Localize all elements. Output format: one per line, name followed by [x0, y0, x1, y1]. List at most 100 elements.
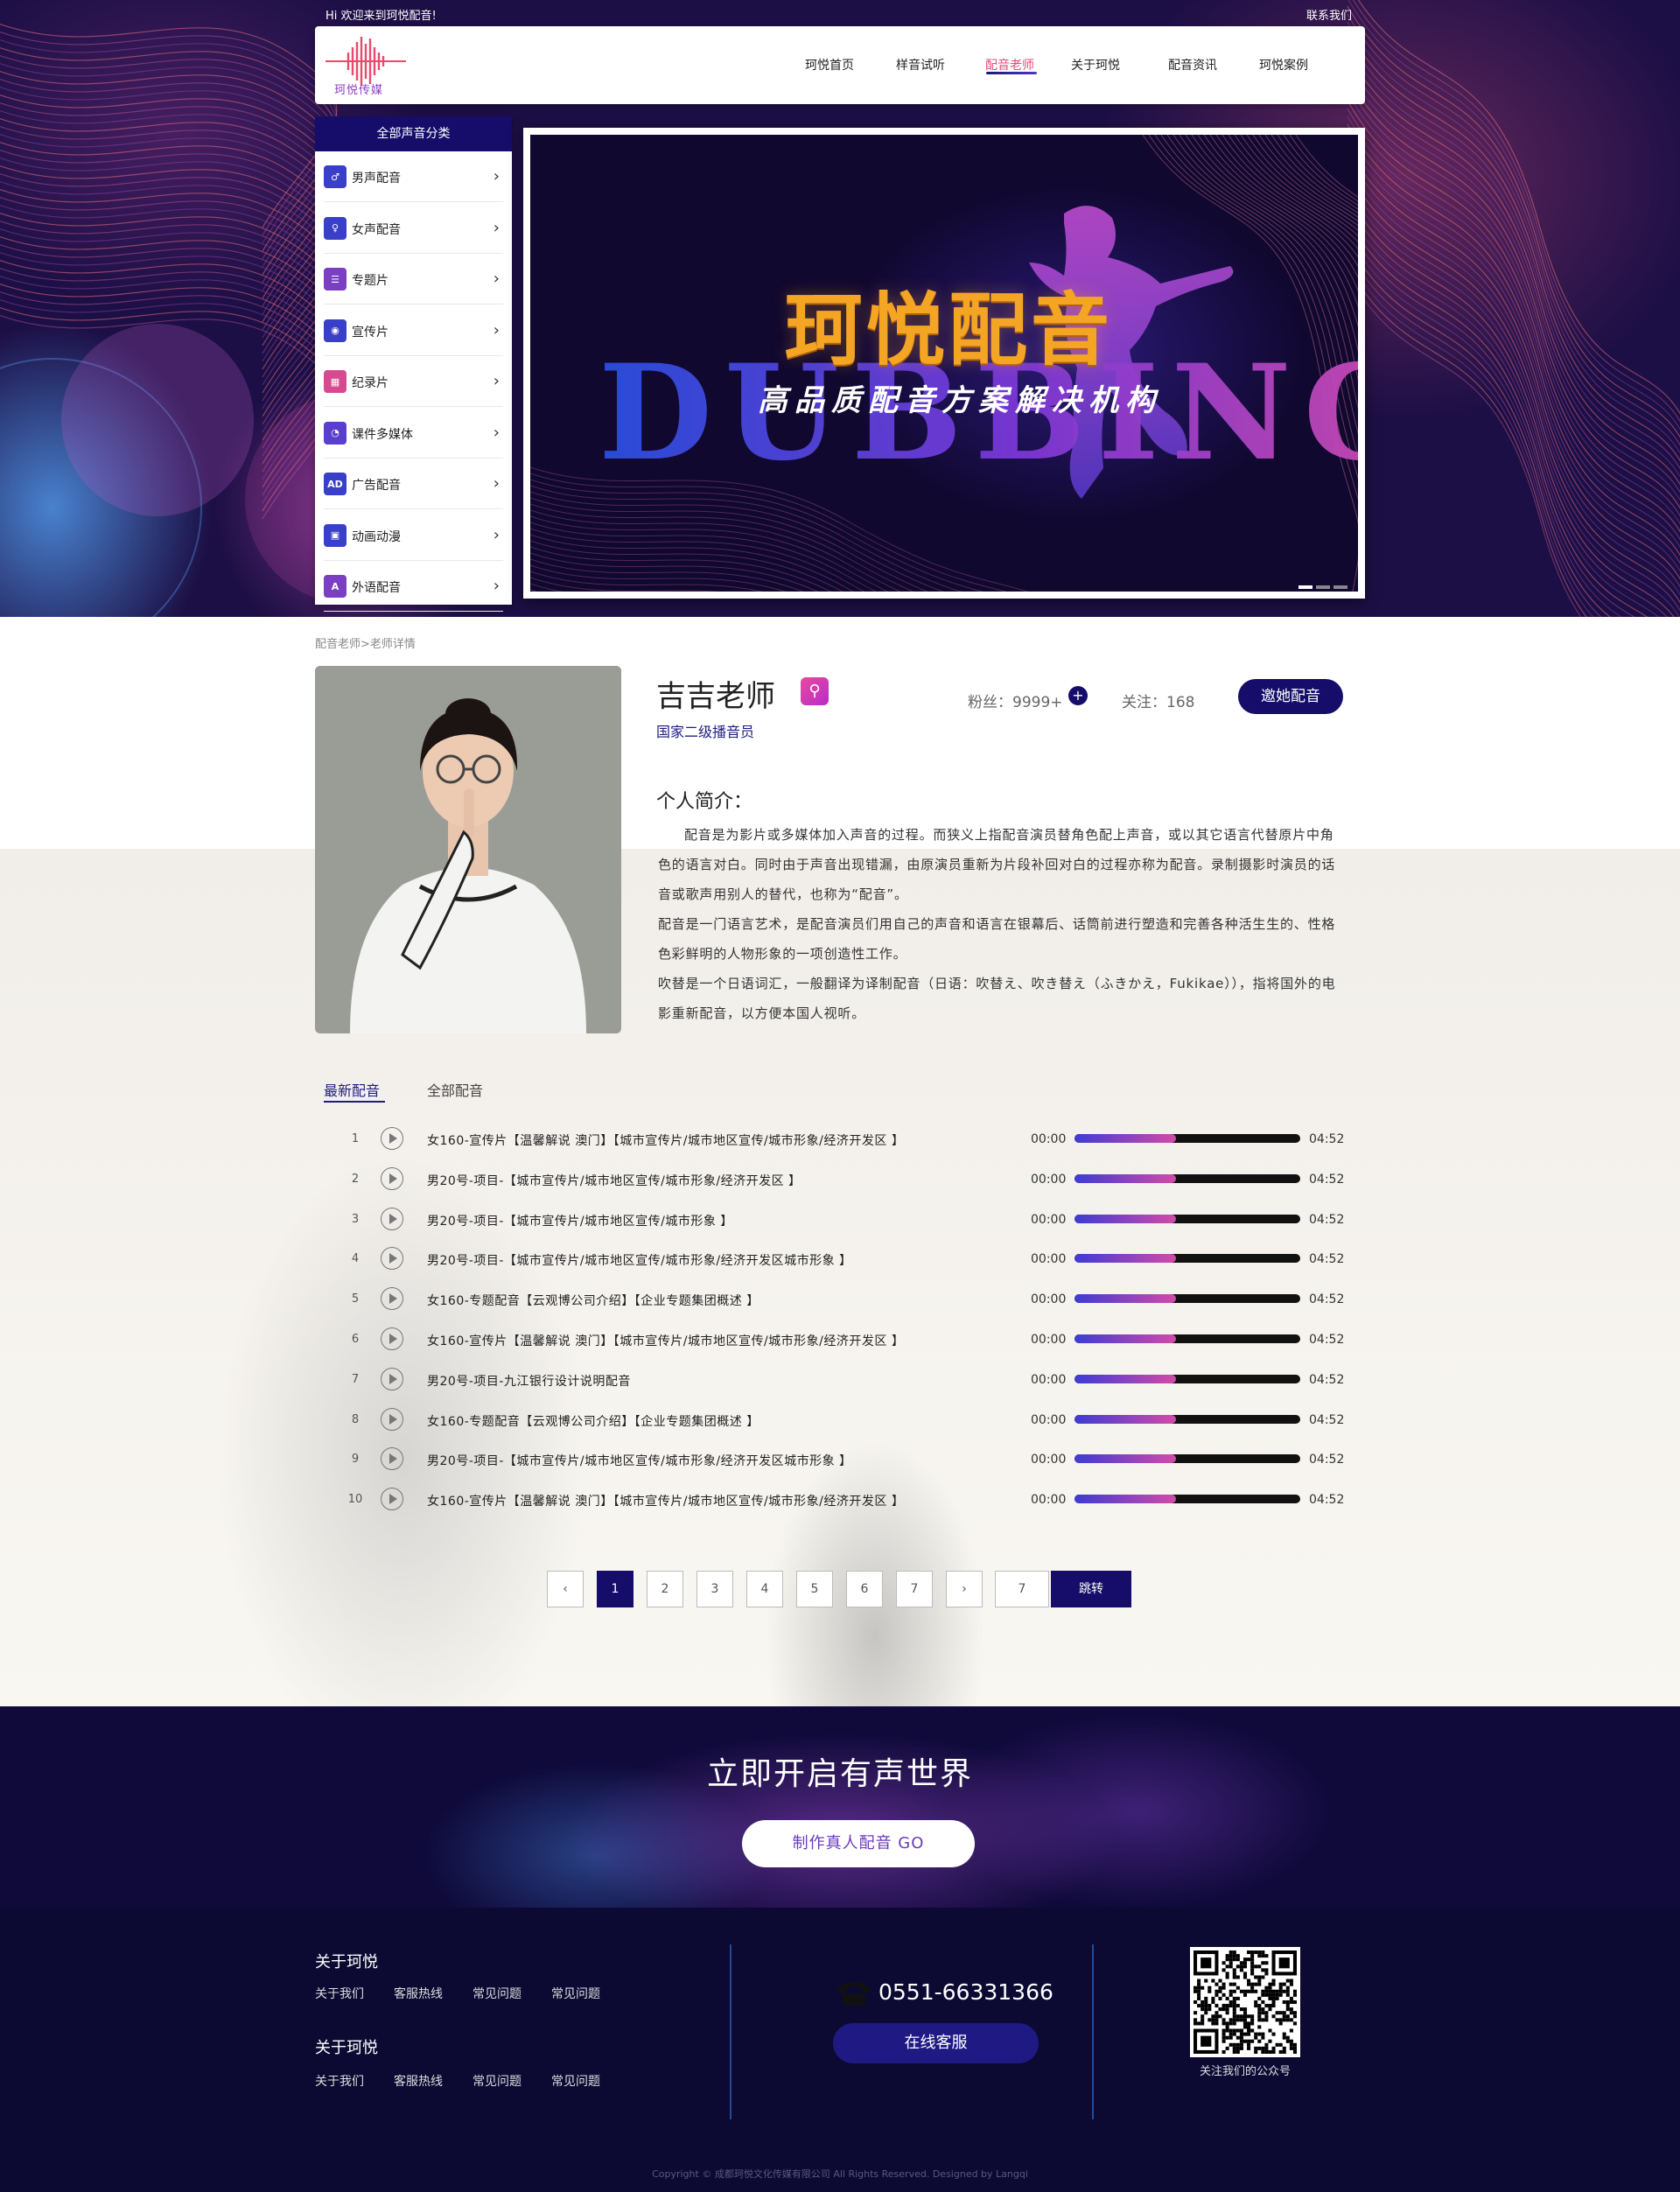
tab-latest[interactable]: 最新配音 — [324, 1079, 380, 1100]
plus-icon[interactable]: + — [1068, 686, 1088, 705]
nav-home[interactable]: 珂悦首页 — [805, 56, 854, 74]
nav-teachers[interactable]: 配音老师 — [985, 56, 1034, 74]
track-progress-bar[interactable] — [1074, 1254, 1300, 1264]
track-title[interactable]: 男20号-项目-【城市宣传片/城市地区宣传/城市形象/经济开发区城市形象 】 — [427, 1251, 852, 1269]
intro-text: 配音是为影片或多媒体加入声音的过程。而狭义上指配音演员替角色配上声音，或以其它语… — [658, 820, 1336, 1028]
footer-link[interactable]: 常见问题 — [551, 1985, 600, 2002]
track-title[interactable]: 女160-专题配音【云观博公司介绍】【企业专题集团概述 】 — [427, 1292, 760, 1309]
track-row[interactable]: 7 男20号-项目-九江银行设计说明配音 00:00 04:52 — [315, 1362, 1348, 1397]
track-title[interactable]: 女160-宣传片【温馨解说 澳门】【城市宣传片/城市地区宣传/城市形象/经济开发… — [427, 1492, 904, 1509]
play-icon[interactable] — [381, 1407, 403, 1431]
copyright: Copyright © 成都珂悦文化传媒有限公司 All Rights Rese… — [652, 2168, 1028, 2180]
tab-all[interactable]: 全部配音 — [427, 1079, 483, 1100]
track-title[interactable]: 女160-专题配音【云观博公司介绍】【企业专题集团概述 】 — [427, 1412, 760, 1430]
nav-samples[interactable]: 样音试听 — [896, 56, 945, 74]
footer-link[interactable]: 客服热线 — [394, 2072, 443, 2090]
banner-dot-3[interactable] — [1334, 585, 1348, 589]
page-button-7[interactable]: 7 — [896, 1571, 933, 1607]
banner-dot-2[interactable] — [1316, 585, 1330, 589]
track-row[interactable]: 5 女160-专题配音【云观博公司介绍】【企业专题集团概述 】 00:00 04:52 — [315, 1282, 1348, 1317]
page-button-2[interactable]: 2 — [647, 1571, 683, 1607]
track-row[interactable]: 9 男20号-项目-【城市宣传片/城市地区宣传/城市形象/经济开发区城市形象 】 0… — [315, 1442, 1348, 1477]
track-progress-bar[interactable] — [1074, 1334, 1300, 1343]
track-row[interactable]: 3 男20号-项目-【城市宣传片/城市地区宣传/城市形象 】 00:00 04:52 — [315, 1202, 1348, 1237]
track-progress-bar[interactable] — [1074, 1294, 1300, 1304]
jump-page-input[interactable]: 7 — [995, 1571, 1049, 1607]
contact-link[interactable]: 联系我们 — [1306, 6, 1352, 23]
track-progress-bar[interactable] — [1074, 1414, 1300, 1424]
track-progress-bar[interactable] — [1074, 1454, 1300, 1464]
category-label: 男声配音 — [352, 172, 401, 186]
play-icon[interactable] — [381, 1127, 403, 1150]
page-button-4[interactable]: 4 — [746, 1571, 783, 1607]
category-item[interactable]: ♀ 女声配音 › — [324, 203, 503, 254]
play-icon[interactable] — [381, 1367, 403, 1390]
intro-paragraph: 配音是为影片或多媒体加入声音的过程。而狭义上指配音演员替角色配上声音，或以其它语… — [658, 827, 1336, 902]
play-icon[interactable] — [381, 1247, 403, 1271]
track-progress-bar[interactable] — [1074, 1495, 1300, 1504]
document-icon: ☰ — [324, 268, 346, 291]
category-item[interactable]: ☰ 专题片 › — [324, 254, 503, 305]
nav-cases[interactable]: 珂悦案例 — [1259, 56, 1308, 74]
track-title[interactable]: 女160-宣传片【温馨解说 澳门】【城市宣传片/城市地区宣传/城市形象/经济开发… — [427, 1332, 904, 1349]
nav-about[interactable]: 关于珂悦 — [1071, 56, 1120, 74]
page-button-5[interactable]: 5 — [796, 1571, 833, 1607]
footer-link[interactable]: 常见问题 — [472, 1985, 522, 2002]
track-number: 2 — [351, 1172, 360, 1186]
track-title[interactable]: 男20号-项目-【城市宣传片/城市地区宣传/城市形象/经济开发区城市形象 】 — [427, 1452, 852, 1469]
category-item[interactable]: AD 广告配音 › — [324, 459, 503, 509]
track-title[interactable]: 男20号-项目-【城市宣传片/城市地区宣传/城市形象 】 — [427, 1212, 733, 1229]
footer-link[interactable]: 关于我们 — [315, 2072, 364, 2090]
clapperboard-icon: ▦ — [324, 370, 346, 393]
banner-title: 珂悦配音 — [784, 284, 1113, 376]
footer-link[interactable]: 常见问题 — [551, 2072, 600, 2090]
chevron-right-icon: › — [493, 218, 500, 237]
track-progress-bar[interactable] — [1074, 1173, 1300, 1183]
cta-button[interactable]: 制作真人配音 GO — [742, 1820, 975, 1867]
page-button-6[interactable]: 6 — [846, 1571, 883, 1607]
track-progress-fill — [1074, 1214, 1177, 1223]
track-title[interactable]: 女160-宣传片【温馨解说 澳门】【城市宣传片/城市地区宣传/城市形象/经济开发… — [427, 1131, 904, 1149]
track-progress-bar[interactable] — [1074, 1214, 1300, 1223]
track-row[interactable]: 6 女160-宣传片【温馨解说 澳门】【城市宣传片/城市地区宣传/城市形象/经济开… — [315, 1322, 1348, 1357]
play-icon[interactable] — [381, 1166, 403, 1190]
search-voice-icon[interactable]: ⚲ — [801, 677, 829, 705]
category-item[interactable]: ▦ 纪录片 › — [324, 356, 503, 407]
play-icon[interactable] — [381, 1287, 403, 1311]
track-progress-bar[interactable] — [1074, 1374, 1300, 1383]
play-icon[interactable] — [381, 1327, 403, 1350]
track-progress-bar[interactable] — [1074, 1134, 1300, 1143]
track-title[interactable]: 男20号-项目-九江银行设计说明配音 — [427, 1372, 631, 1390]
nav-news[interactable]: 配音资讯 — [1168, 56, 1217, 74]
play-icon[interactable] — [381, 1447, 403, 1471]
track-number: 8 — [351, 1412, 360, 1426]
category-item[interactable]: ◉ 宣传片 › — [324, 305, 503, 356]
track-progress-fill — [1074, 1414, 1177, 1424]
category-item[interactable]: ▣ 动画动漫 › — [324, 510, 503, 561]
online-service-button[interactable]: 在线客服 — [833, 2023, 1039, 2063]
banner-dot-1[interactable] — [1298, 585, 1312, 589]
page-button-1[interactable]: 1 — [597, 1571, 634, 1607]
category-item[interactable]: ◔ 课件多媒体 › — [324, 408, 503, 459]
footer-link[interactable]: 客服热线 — [394, 1985, 443, 2002]
prev-page-button[interactable]: ‹ — [547, 1571, 584, 1607]
track-row[interactable]: 10 女160-宣传片【温馨解说 澳门】【城市宣传片/城市地区宣传/城市形象/经济… — [315, 1482, 1348, 1517]
track-row[interactable]: 8 女160-专题配音【云观博公司介绍】【企业专题集团概述 】 00:00 04:52 — [315, 1403, 1348, 1438]
track-duration: 04:52 — [1309, 1372, 1345, 1387]
track-title[interactable]: 男20号-项目-【城市宣传片/城市地区宣传/城市形象/经济开发区 】 — [427, 1172, 802, 1189]
jump-button[interactable]: 跳转 — [1051, 1571, 1131, 1607]
track-row[interactable]: 1 女160-宣传片【温馨解说 澳门】【城市宣传片/城市地区宣传/城市形象/经济开… — [315, 1122, 1348, 1157]
page-button-3[interactable]: 3 — [696, 1571, 733, 1607]
fans-count: 粉丝：9999+ — [968, 694, 1063, 711]
play-icon[interactable] — [381, 1207, 403, 1230]
category-item[interactable]: ♂ 男声配音 › — [324, 151, 503, 202]
track-row[interactable]: 2 男20号-项目-【城市宣传片/城市地区宣传/城市形象/经济开发区 】 00:00… — [315, 1162, 1348, 1197]
play-icon[interactable] — [381, 1488, 403, 1511]
invite-button[interactable]: 邀她配音 — [1238, 679, 1343, 714]
hero-banner[interactable]: DUBBING 珂悦配音 高品质配音方案解决机构 — [523, 128, 1365, 599]
category-item[interactable]: A 外语配音 › — [324, 561, 503, 612]
footer-link[interactable]: 关于我们 — [315, 1985, 364, 2002]
track-row[interactable]: 4 男20号-项目-【城市宣传片/城市地区宣传/城市形象/经济开发区城市形象 】 0… — [315, 1242, 1348, 1277]
next-page-button[interactable]: › — [946, 1571, 983, 1607]
footer-link[interactable]: 常见问题 — [472, 2072, 522, 2090]
